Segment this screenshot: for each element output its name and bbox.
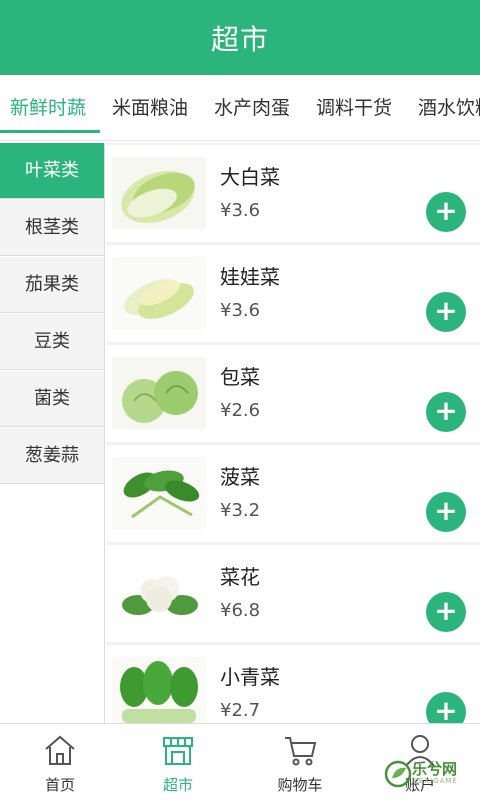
product-name: 大白菜 [220,165,280,189]
cart-icon [285,737,317,766]
product-image-bok-choy [112,657,206,723]
app-header: 超市 [0,0,480,75]
page-title: 超市 [210,23,269,56]
site-watermark: 乐兮网 LEXIGAME [382,752,478,796]
product-price: ¥2.6 [220,400,261,421]
product-price: ¥3.6 [220,200,261,221]
nav-store[interactable]: 超市 [118,724,238,800]
product-image-napa-cabbage [112,157,206,229]
sidebar-item-leafy[interactable]: 叶菜类 [0,143,104,199]
product-name: 包菜 [220,365,260,389]
list-item[interactable]: 菠菜 ¥3.2 + [106,445,480,542]
nav-cart[interactable]: 购物车 [240,724,360,800]
list-item[interactable]: 娃娃菜 ¥3.6 + [106,245,480,342]
tab-drinks[interactable]: 酒水饮料 [418,93,480,120]
product-price: ¥6.8 [220,600,261,621]
nav-label: 首页 [44,776,75,794]
product-name: 小青菜 [220,665,280,689]
watermark-subtext: LEXIGAME [414,777,458,785]
list-item[interactable]: 大白菜 ¥3.6 + [106,145,480,242]
add-to-cart-button[interactable]: + [426,392,466,432]
sidebar-item-fruit-veg[interactable]: 茄果类 [0,257,104,313]
tab-rice-noodles-oil[interactable]: 米面粮油 [112,93,188,120]
sidebar-item-onion-ginger-garlic[interactable]: 葱姜蒜 [0,428,104,484]
add-to-cart-button[interactable]: + [426,592,466,632]
tab-seasoning-dry-goods[interactable]: 调料干货 [316,93,392,120]
product-price: ¥3.6 [220,300,261,321]
product-price: ¥3.2 [220,500,261,521]
product-name: 菜花 [220,565,260,589]
sidebar-item-root[interactable]: 根茎类 [0,200,104,256]
add-to-cart-button[interactable]: + [426,492,466,532]
home-icon [45,735,75,765]
list-item[interactable]: 包菜 ¥2.6 + [106,345,480,442]
list-item[interactable]: 菜花 ¥6.8 + [106,545,480,642]
nav-home[interactable]: 首页 [0,724,120,800]
sidebar-item-beans[interactable]: 豆类 [0,314,104,370]
active-tab-indicator [0,130,100,133]
product-image-spinach [112,457,206,529]
list-item[interactable]: 小青菜 ¥2.7 + [106,645,480,723]
sidebar-item-mushrooms[interactable]: 菌类 [0,371,104,427]
product-list: 大白菜 ¥3.6 + 娃娃菜 ¥3.6 + 包菜 ¥2.6 + 菠菜 ¥3.2 … [106,143,480,723]
product-image-cauliflower [112,557,206,629]
store-icon [163,737,193,765]
add-to-cart-button[interactable]: + [426,192,466,232]
product-image-cabbage [112,357,206,429]
watermark-text: 乐兮网 [412,760,458,778]
product-name: 菠菜 [220,465,260,489]
tab-seafood-meat-eggs[interactable]: 水产肉蛋 [214,93,290,120]
subcategory-sidebar: 叶菜类 根茎类 茄果类 豆类 菌类 葱姜蒜 [0,143,105,723]
product-image-baby-cabbage [112,257,206,329]
nav-label: 购物车 [277,776,323,794]
leaf-logo-icon [384,760,412,788]
product-name: 娃娃菜 [220,265,280,289]
tab-fresh-vegetables[interactable]: 新鲜时蔬 [10,93,86,120]
product-price: ¥2.7 [220,700,261,721]
add-to-cart-button[interactable]: + [426,692,466,723]
nav-label: 超市 [162,776,193,794]
add-to-cart-button[interactable]: + [426,292,466,332]
